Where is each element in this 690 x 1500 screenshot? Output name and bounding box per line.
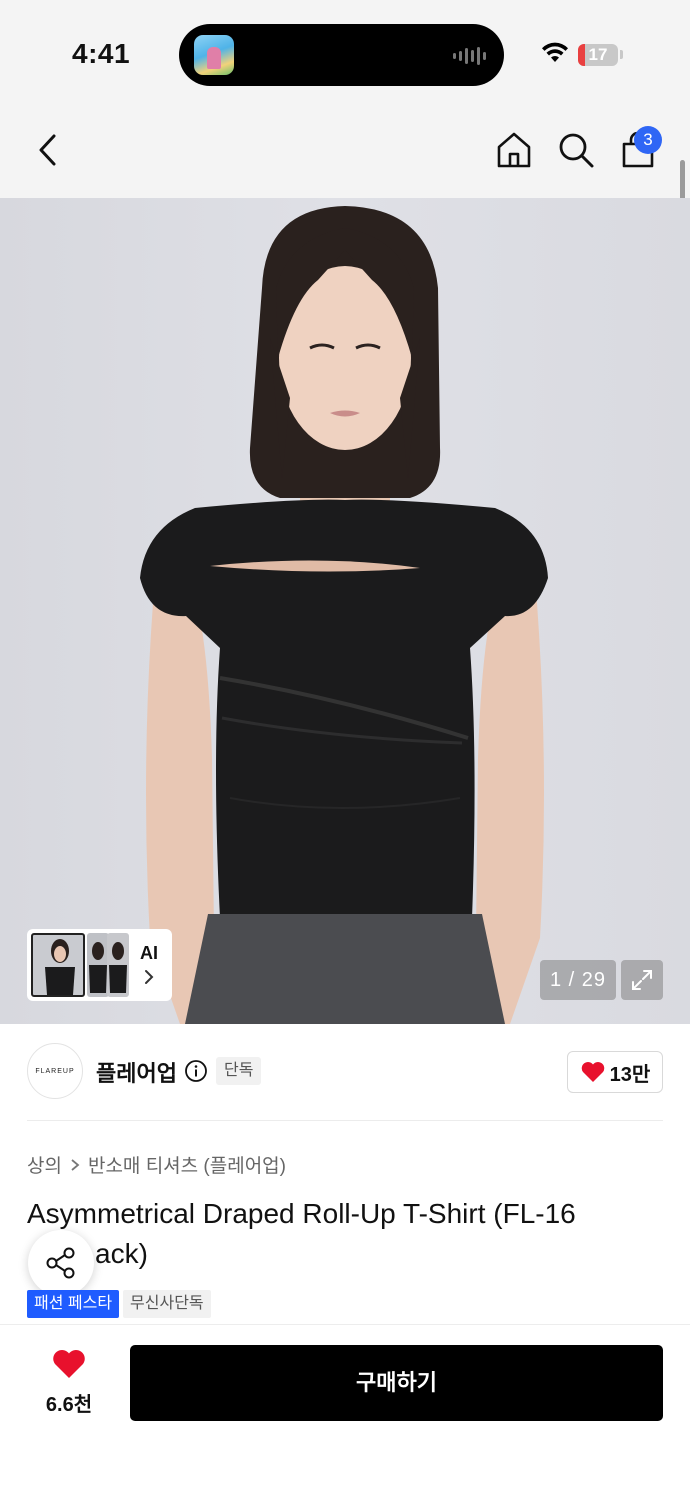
chevron-left-icon	[39, 134, 56, 166]
product-tags: 패션 페스타 무신사단독	[27, 1290, 211, 1318]
breadcrumb-category[interactable]: 상의	[27, 1151, 62, 1178]
dynamic-island	[179, 24, 504, 86]
thumbnail-image[interactable]	[107, 933, 129, 997]
breadcrumb: 상의 반소매 티셔츠 (플레어업)	[27, 1151, 286, 1178]
status-bar: 4:41 17	[0, 0, 690, 100]
image-page-counter: 1 / 29	[540, 960, 616, 1000]
brand-like-button[interactable]: 13만	[567, 1051, 663, 1093]
wishlist-button[interactable]: 6.6천	[30, 1346, 108, 1416]
battery-level: 17	[588, 45, 608, 64]
product-title: Asymmetrical Draped Roll-Up T-Shirt (FL-…	[27, 1194, 667, 1274]
battery-cap	[620, 50, 623, 59]
brand-like-count: 13만	[609, 1063, 651, 1086]
now-playing-app-icon	[194, 35, 234, 75]
top-nav	[0, 100, 690, 198]
chevron-right-icon	[145, 970, 154, 984]
buy-button[interactable]: 구매하기	[130, 1345, 663, 1421]
brand-logo[interactable]: FLAREUP	[27, 1043, 83, 1099]
search-icon	[559, 133, 594, 168]
musinsa-exclusive-tag: 무신사단독	[123, 1290, 211, 1318]
cart-count-badge: 3	[634, 126, 662, 154]
thumbnail-image[interactable]	[31, 933, 85, 997]
ai-label[interactable]: AI	[140, 943, 158, 964]
product-title-line1: Asymmetrical Draped Roll-Up T-Shirt (FL-…	[27, 1198, 576, 1229]
breadcrumb-subcategory[interactable]: 반소매 티셔츠 (플레어업)	[88, 1151, 286, 1178]
model-photo	[140, 206, 548, 1024]
battery-icon: 17	[578, 44, 618, 66]
chevron-right-icon	[71, 1158, 80, 1171]
heart-icon	[581, 1062, 604, 1082]
share-button[interactable]	[28, 1230, 94, 1296]
info-icon[interactable]	[184, 1059, 208, 1083]
home-icon	[497, 132, 531, 168]
product-image[interactable]	[0, 198, 690, 1024]
fashion-festa-tag: 패션 페스타	[27, 1290, 120, 1318]
audio-wave-icon	[453, 46, 486, 66]
home-button[interactable]	[492, 128, 536, 172]
divider	[27, 1120, 663, 1121]
expand-button[interactable]	[621, 960, 663, 1000]
status-time: 4:41	[72, 38, 131, 69]
thumbnail-image[interactable]	[87, 933, 109, 997]
brand-name[interactable]: 플레어업	[96, 1056, 177, 1088]
brand-logo-text: FLAREUP	[35, 1067, 75, 1075]
product-title-line2: ack)	[95, 1238, 148, 1269]
expand-icon	[632, 970, 652, 990]
share-icon	[46, 1247, 75, 1279]
wifi-icon	[542, 42, 568, 62]
heart-icon	[53, 1350, 85, 1378]
thumbnail-strip[interactable]: AI	[27, 929, 172, 1001]
back-button[interactable]	[26, 128, 70, 172]
search-button[interactable]	[554, 128, 598, 172]
wishlist-count: 6.6천	[45, 1394, 93, 1416]
exclusive-tag: 단독	[216, 1057, 262, 1085]
